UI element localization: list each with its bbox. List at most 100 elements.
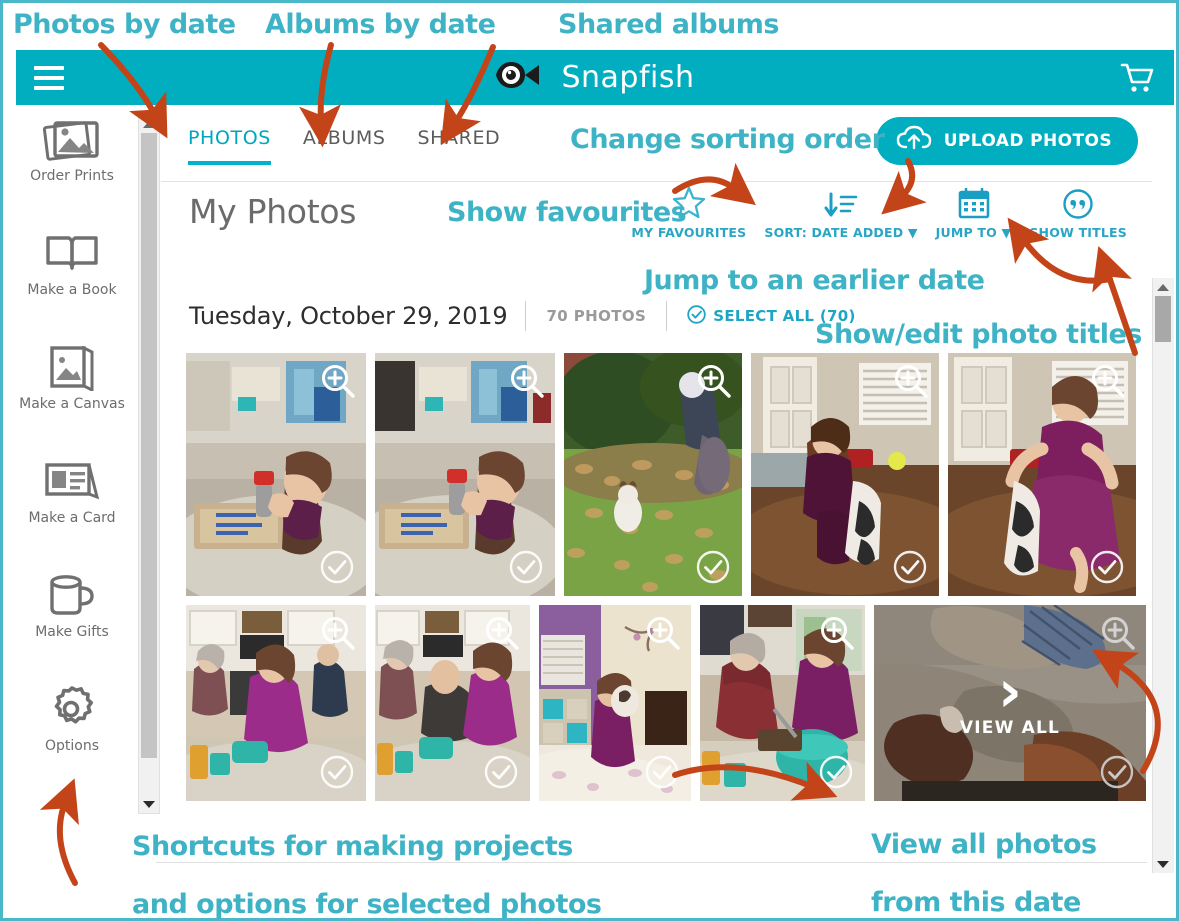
page-title: My Photos [189, 192, 357, 231]
sidebar-item-make-a-card[interactable]: Make a Card [8, 455, 136, 526]
tab-photos[interactable]: PHOTOS [188, 127, 271, 165]
upload-photos-button[interactable]: UPLOAD PHOTOS [875, 117, 1138, 165]
coffee-mug-icon [8, 569, 136, 621]
zoom-icon[interactable] [510, 364, 544, 398]
zoom-icon[interactable] [820, 616, 854, 650]
select-photo-checkbox[interactable] [320, 755, 354, 789]
greeting-card-icon [8, 455, 136, 507]
photos-stack-icon [8, 113, 136, 165]
photo-girl-with-dog-2[interactable] [948, 353, 1136, 596]
view-all-label: VIEW ALL [959, 718, 1061, 739]
annotation-shortcuts-line-1: Shortcuts for making projects [132, 831, 573, 862]
sidebar-scrollbar[interactable] [138, 114, 160, 814]
annotated-screenshot: Snapfish Order Prints Make a Book Make a… [0, 0, 1179, 921]
calendar-icon [958, 185, 990, 219]
select-photo-checkbox[interactable] [893, 550, 927, 584]
sidebar-item-options[interactable]: Options [8, 683, 136, 754]
scroll-down-arrow-icon[interactable] [1153, 855, 1173, 873]
select-photo-checkbox[interactable] [320, 550, 354, 584]
sort-descending-icon [822, 185, 860, 219]
cloud-upload-icon [896, 125, 932, 157]
sidebar-item-make-a-canvas[interactable]: Make a Canvas [8, 341, 136, 412]
annotation-view-all-line-1: View all photos [871, 829, 1097, 860]
annotation-shared-albums: Shared albums [558, 9, 779, 40]
sort-dropdown-label: SORT: DATE ADDED ▼ [764, 225, 918, 240]
date-label: Tuesday, October 29, 2019 [189, 302, 508, 330]
sidebar-item-order-prints[interactable]: Order Prints [8, 113, 136, 184]
annotation-view-all-line-2: from this date [871, 887, 1081, 918]
left-sidebar: Order Prints Make a Book Make a Canvas M… [8, 105, 136, 873]
zoom-icon[interactable] [894, 364, 928, 398]
check-circle-icon [687, 304, 706, 328]
photo-family-baking-2[interactable] [375, 605, 530, 801]
tab-shared[interactable]: SHARED [418, 127, 501, 165]
show-titles-button[interactable]: SHOW TITLES [1020, 185, 1136, 240]
date-group-header: Tuesday, October 29, 2019 70 PHOTOS SELE… [189, 301, 856, 331]
sidebar-label: Order Prints [30, 168, 114, 184]
content-scrollbar[interactable] [1152, 278, 1174, 873]
annotation-photos-by-date: Photos by date [13, 9, 236, 40]
select-photo-checkbox[interactable] [819, 755, 853, 789]
app-header-bar: Snapfish [16, 50, 1174, 105]
photo-grandma-mixing[interactable] [700, 605, 865, 801]
annotation-change-sorting-order: Change sorting order [570, 124, 885, 155]
sidebar-label: Make a Book [27, 282, 117, 298]
select-photo-checkbox[interactable] [696, 550, 730, 584]
zoom-icon[interactable] [1091, 364, 1125, 398]
snapfish-fish-logo-icon [495, 60, 551, 95]
zoom-icon[interactable] [321, 364, 355, 398]
photo-girl-bedroom[interactable] [539, 605, 691, 801]
content-scrollbar-thumb[interactable] [1155, 296, 1171, 342]
snapfish-app-window: Snapfish Order Prints Make a Book Make a… [8, 50, 1174, 873]
annotation-show-favourites: Show favourites [447, 197, 687, 228]
zoom-icon[interactable] [321, 616, 355, 650]
scroll-up-arrow-icon[interactable] [1153, 278, 1173, 296]
photo-girl-with-dog-1[interactable] [751, 353, 939, 596]
chevron-right-icon: › [998, 656, 1022, 725]
open-book-icon [8, 227, 136, 279]
brand-logo: Snapfish [16, 60, 1174, 95]
photo-dogs-in-yard[interactable] [564, 353, 742, 596]
photo-family-baking-1[interactable] [186, 605, 366, 801]
scroll-down-arrow-icon[interactable] [139, 795, 159, 813]
photo-grid-row: › VIEW ALL [186, 605, 1146, 801]
sidebar-label: Make a Canvas [19, 396, 125, 412]
select-photo-checkbox[interactable] [509, 550, 543, 584]
photo-girl-decorating-cake-1[interactable] [186, 353, 366, 596]
annotation-shortcuts-line-2: and options for selected photos [132, 889, 602, 920]
scroll-up-arrow-icon[interactable] [139, 115, 159, 133]
tab-albums[interactable]: ALBUMS [303, 127, 386, 165]
photo-toolbar: MY FAVOURITES SORT: DATE ADDED ▼ JUMP TO… [622, 185, 1136, 240]
brand-name: Snapfish [561, 60, 695, 95]
annotation-show-edit-titles: Show/edit photo titles [815, 319, 1142, 350]
quote-bubble-icon [1062, 185, 1094, 219]
photo-girl-decorating-cake-2[interactable] [375, 353, 555, 596]
show-titles-label: SHOW TITLES [1029, 225, 1127, 240]
zoom-icon[interactable] [697, 364, 731, 398]
photo-grid-row [186, 353, 1146, 596]
annotation-jump-to-earlier-date: Jump to an earlier date [644, 265, 985, 296]
select-photo-checkbox[interactable] [484, 755, 518, 789]
sidebar-item-make-a-book[interactable]: Make a Book [8, 227, 136, 298]
jump-to-dropdown[interactable]: JUMP TO ▼ [927, 185, 1021, 240]
select-photo-checkbox[interactable] [1090, 550, 1124, 584]
gear-icon [8, 683, 136, 735]
zoom-icon[interactable] [485, 616, 519, 650]
shopping-cart-icon[interactable] [1120, 62, 1154, 99]
sort-dropdown[interactable]: SORT: DATE ADDED ▼ [755, 185, 926, 240]
content-bottom-divider [156, 862, 1147, 863]
photo-count-label: 70 PHOTOS [546, 307, 647, 325]
zoom-icon[interactable] [646, 616, 680, 650]
photo-view-all-dog-sleeping[interactable]: › VIEW ALL [874, 605, 1146, 801]
select-photo-checkbox[interactable] [645, 755, 679, 789]
annotation-albums-by-date: Albums by date [265, 9, 496, 40]
photo-grid: › VIEW ALL [186, 353, 1146, 810]
upload-photos-label: UPLOAD PHOTOS [943, 131, 1112, 151]
sidebar-label: Make Gifts [35, 624, 109, 640]
sidebar-label: Make a Card [28, 510, 116, 526]
sidebar-item-make-gifts[interactable]: Make Gifts [8, 569, 136, 640]
view-all-overlay[interactable]: › VIEW ALL [874, 605, 1146, 801]
jump-to-label: JUMP TO ▼ [935, 225, 1012, 240]
sidebar-label: Options [44, 738, 100, 754]
sidebar-scrollbar-thumb[interactable] [141, 133, 157, 758]
